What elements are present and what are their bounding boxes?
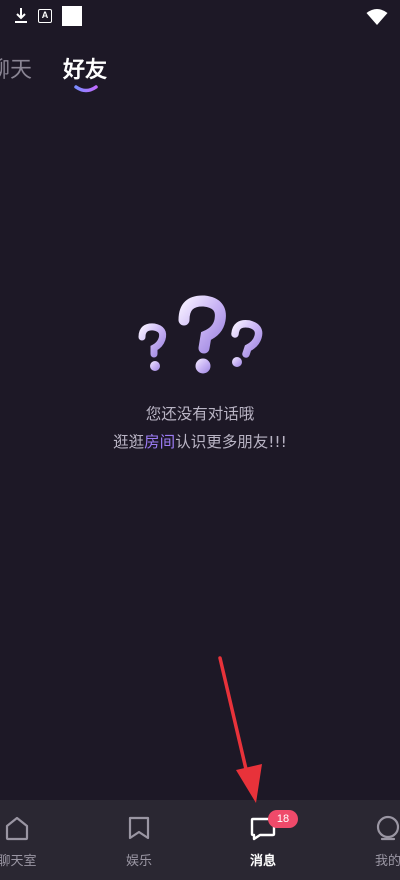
nav-item-entertainment[interactable]: 娱乐 bbox=[89, 800, 189, 880]
wifi-icon bbox=[366, 8, 388, 30]
nav-label-mine: 我的 bbox=[374, 854, 400, 869]
nav-item-messages[interactable]: 18 消息 bbox=[213, 800, 313, 880]
home-icon bbox=[3, 814, 31, 846]
bottom-nav: 聊天室 娱乐 18 消息 我的 bbox=[0, 800, 400, 880]
nav-item-chatroom[interactable]: 聊天室 bbox=[0, 800, 67, 880]
bookmark-icon bbox=[125, 814, 153, 846]
nav-item-mine[interactable]: 我的 bbox=[338, 800, 400, 880]
profile-icon bbox=[374, 814, 400, 846]
nav-label-chatroom: 聊天室 bbox=[0, 854, 37, 869]
messages-badge: 18 bbox=[268, 810, 298, 828]
question-marks-icon bbox=[138, 295, 263, 374]
download-icon bbox=[14, 7, 28, 25]
nav-label-messages: 消息 bbox=[249, 854, 276, 869]
top-tabs: 聊天 好友 bbox=[0, 56, 400, 100]
empty-hint-suffix: 认识更多朋友!!! bbox=[175, 433, 287, 451]
white-square-icon bbox=[62, 6, 82, 26]
tab-friends[interactable]: 好友 bbox=[63, 56, 107, 86]
status-bar-left: A bbox=[14, 6, 82, 26]
empty-hint-prefix: 逛逛 bbox=[113, 433, 145, 451]
status-bar: A bbox=[0, 0, 400, 34]
a-box-icon: A bbox=[38, 9, 52, 23]
nav-label-entertainment: 娱乐 bbox=[125, 854, 152, 869]
tab-chat[interactable]: 聊天 bbox=[0, 56, 32, 86]
empty-hint: 逛逛房间认识更多朋友!!! bbox=[0, 430, 400, 452]
active-tab-indicator bbox=[74, 85, 98, 93]
empty-message: 您还没有对话哦 bbox=[145, 405, 255, 423]
room-link[interactable]: 房间 bbox=[144, 433, 175, 451]
